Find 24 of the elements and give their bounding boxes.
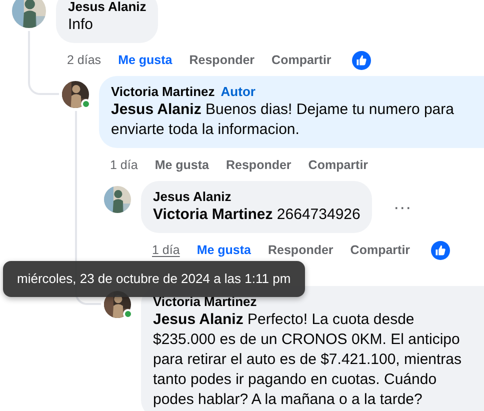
timestamp-link[interactable]: 2 días — [67, 50, 102, 70]
timestamp-link[interactable]: 1 día — [152, 240, 180, 260]
share-link[interactable]: Compartir — [272, 50, 332, 70]
like-link[interactable]: Me gusta — [196, 240, 251, 260]
share-link[interactable]: Compartir — [350, 240, 410, 260]
comment-text: Jesus Alaniz Perfecto! La cuota desde $235.000 es de un CRONOS 0KM. El anticipo para retirar el auto es de $7.421.100, mientras tanto podes ir pagando en cuotas. Cuándo podes hablar? A la mañana o a la tarde? — [153, 310, 463, 410]
thread-line — [28, 31, 59, 94]
more-options-button[interactable]: ··· — [392, 197, 412, 217]
author-name[interactable]: Victoria Martinez — [153, 294, 257, 309]
date-tooltip: miércoles, 23 de octubre de 2024 a las 1:11 pm — [3, 261, 305, 296]
timestamp-link[interactable]: 1 día — [110, 156, 138, 174]
reply-link[interactable]: Responder — [268, 240, 334, 260]
like-link[interactable]: Me gusta — [118, 50, 172, 70]
author-label: Autor — [220, 84, 256, 99]
share-link[interactable]: Compartir — [308, 156, 368, 174]
comment-text: Jesus Alaniz Buenos dias! Dejame tu numero para enviarte toda la informacion. — [111, 100, 455, 140]
reply-link[interactable]: Responder — [189, 50, 255, 70]
comment-text: Info — [68, 15, 94, 35]
reply-link[interactable]: Responder — [226, 156, 292, 174]
like-link[interactable]: Me gusta — [154, 156, 209, 174]
author-name[interactable]: Jesus Alaniz — [68, 0, 146, 14]
author-name[interactable]: Victoria Martinez — [111, 84, 215, 99]
comment-text: Victoria Martinez 2664734926 — [153, 205, 360, 225]
author-name[interactable]: Jesus Alaniz — [153, 189, 232, 204]
